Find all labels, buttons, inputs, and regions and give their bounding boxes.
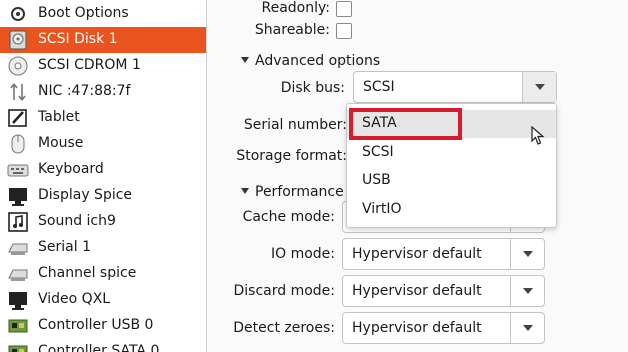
serial-number-label: Serial number: — [243, 117, 347, 133]
detect-zeroes-value: Hypervisor default — [352, 320, 482, 336]
sidebar-item-controller-sata-0[interactable]: Controller SATA 0 — [0, 339, 206, 352]
chevron-down-icon[interactable] — [510, 239, 544, 269]
expander-arrow-icon — [241, 188, 249, 194]
disk-bus-select[interactable]: SCSI — [353, 71, 557, 103]
disk-bus-label: Disk bus: — [280, 80, 345, 96]
sidebar-item-label: SCSI CDROM 1 — [38, 57, 141, 73]
shareable-checkbox[interactable] — [336, 23, 352, 39]
sidebar-item-sound-ich9[interactable]: Sound ich9 — [0, 209, 206, 235]
expander-arrow-icon — [241, 57, 249, 63]
sidebar-item-mouse[interactable]: Mouse — [0, 131, 206, 157]
sidebar-item-label: Controller USB 0 — [38, 317, 154, 333]
serial-icon — [6, 236, 30, 260]
discard-mode-label: Discard mode: — [233, 283, 335, 299]
performance-options-header: Performance o — [255, 184, 346, 200]
sidebar-item-boot-options[interactable]: Boot Options — [0, 1, 206, 27]
sound-icon — [6, 210, 30, 234]
storage-format-label: Storage format: — [236, 148, 347, 164]
sidebar-item-label: NIC :47:88:7f — [38, 83, 131, 99]
readonly-label: Readonly: — [261, 0, 331, 16]
sidebar-item-label: Channel spice — [38, 265, 137, 281]
tablet-icon — [6, 106, 30, 130]
sidebar-item-controller-usb-0[interactable]: Controller USB 0 — [0, 313, 206, 339]
sidebar-item-video-qxl[interactable]: Video QXL — [0, 287, 206, 313]
chevron-down-icon[interactable] — [510, 276, 544, 306]
sidebar-item-label: Controller SATA 0 — [38, 343, 160, 352]
dropdown-option-scsi[interactable]: SCSI — [347, 139, 556, 167]
keyboard-icon — [6, 158, 30, 182]
device-sidebar: Boot Options SCSI Disk 1 SCSI CDROM 1 NI… — [0, 0, 207, 352]
chevron-down-icon[interactable] — [522, 72, 556, 102]
chevron-down-icon[interactable] — [510, 313, 544, 343]
sidebar-item-label: Sound ich9 — [38, 213, 116, 229]
annotation-highlight-box — [349, 108, 462, 140]
mouse-cursor-icon — [531, 126, 545, 145]
sidebar-item-scsi-disk-1[interactable]: SCSI Disk 1 — [0, 27, 206, 53]
controller-icon — [6, 340, 30, 352]
option-label: USB — [362, 172, 391, 188]
option-label: VirtIO — [362, 201, 402, 217]
readonly-checkbox[interactable] — [336, 1, 352, 17]
option-label: SCSI — [362, 144, 394, 160]
sidebar-item-channel-spice[interactable]: Channel spice — [0, 261, 206, 287]
cache-mode-label: Cache mode: — [242, 209, 335, 225]
video-icon — [6, 288, 30, 312]
sidebar-item-label: Boot Options — [38, 5, 129, 21]
cdrom-icon — [6, 54, 30, 78]
dropdown-option-usb[interactable]: USB — [347, 167, 556, 195]
sidebar-item-label: Mouse — [38, 135, 84, 151]
discard-mode-value: Hypervisor default — [352, 283, 482, 299]
sidebar-item-label: SCSI Disk 1 — [38, 31, 118, 47]
io-mode-value: Hypervisor default — [352, 246, 482, 262]
detect-zeroes-label: Detect zeroes: — [233, 320, 335, 336]
network-icon — [6, 80, 30, 104]
display-icon — [6, 184, 30, 208]
advanced-options-expander[interactable]: Advanced options — [241, 53, 380, 69]
sidebar-item-tablet[interactable]: Tablet — [0, 105, 206, 131]
performance-options-expander[interactable]: Performance o — [241, 184, 346, 200]
detect-zeroes-select[interactable]: Hypervisor default — [342, 312, 545, 344]
sidebar-item-scsi-cdrom-1[interactable]: SCSI CDROM 1 — [0, 53, 206, 79]
discard-mode-select[interactable]: Hypervisor default — [342, 275, 545, 307]
dropdown-option-virtio[interactable]: VirtIO — [347, 196, 556, 224]
controller-icon — [6, 314, 30, 338]
sidebar-item-serial-1[interactable]: Serial 1 — [0, 235, 206, 261]
sidebar-item-label: Serial 1 — [38, 239, 91, 255]
channel-icon — [6, 262, 30, 286]
gear-icon — [6, 2, 30, 26]
io-mode-select[interactable]: Hypervisor default — [342, 238, 545, 270]
sidebar-item-keyboard[interactable]: Keyboard — [0, 157, 206, 183]
io-mode-label: IO mode: — [270, 246, 335, 262]
sidebar-item-display-spice[interactable]: Display Spice — [0, 183, 206, 209]
sidebar-item-label: Display Spice — [38, 187, 133, 203]
mouse-icon — [6, 132, 30, 156]
sidebar-item-label: Tablet — [38, 109, 80, 125]
advanced-options-header: Advanced options — [255, 53, 381, 69]
disk-bus-value: SCSI — [363, 79, 395, 95]
sidebar-item-label: Keyboard — [38, 161, 104, 177]
sidebar-item-nic[interactable]: NIC :47:88:7f — [0, 79, 206, 105]
sidebar-item-label: Video QXL — [38, 291, 111, 307]
shareable-label: Shareable: — [254, 22, 330, 38]
hard-disk-icon — [6, 28, 30, 52]
